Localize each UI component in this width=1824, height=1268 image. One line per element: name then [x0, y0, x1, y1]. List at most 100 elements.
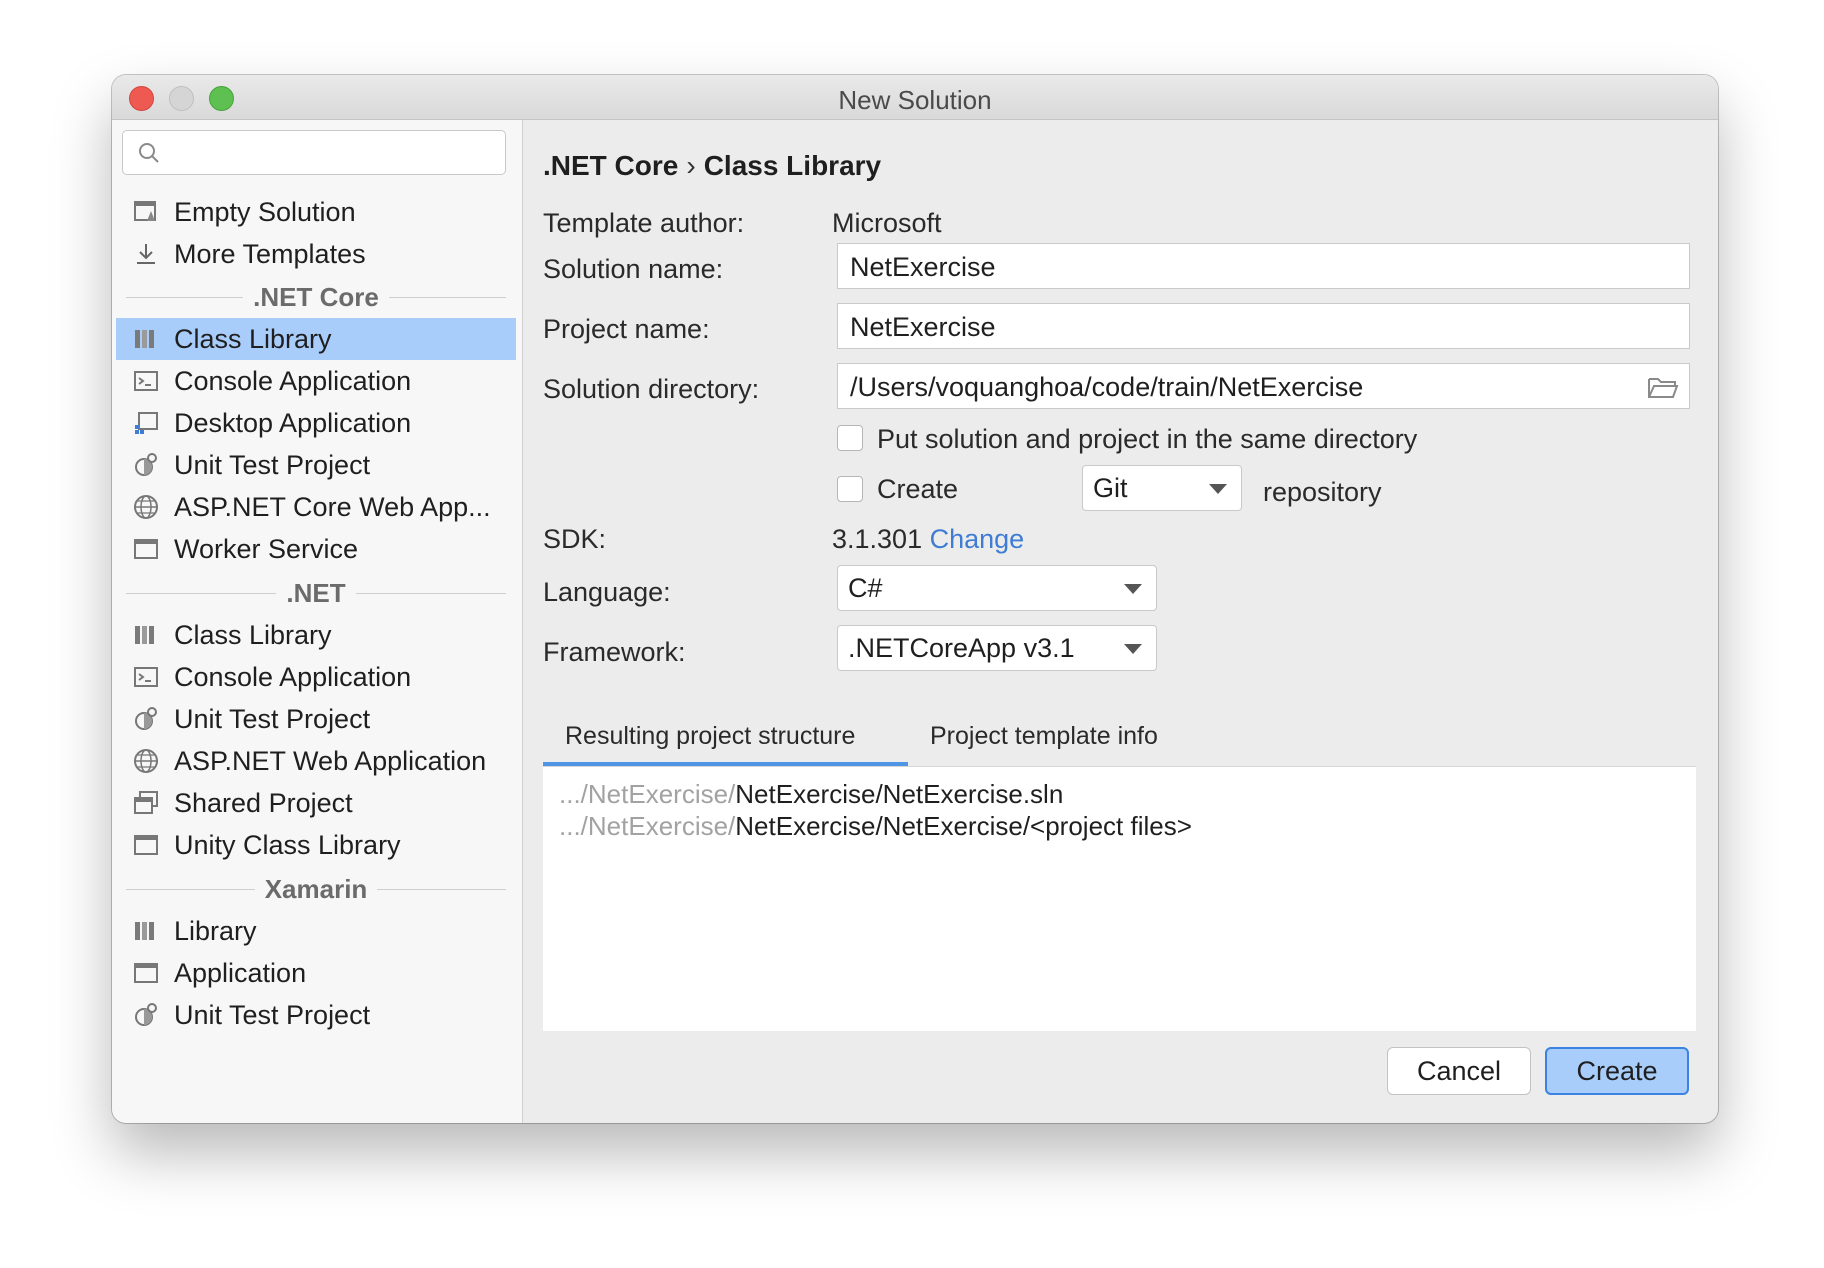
sidebar-item-empty-solution[interactable]: Empty Solution: [116, 191, 516, 233]
unit-test-icon: [132, 451, 160, 479]
breadcrumb-parent: .NET Core: [543, 150, 679, 181]
sidebar-item-aspnet-core-web-app[interactable]: ASP.NET Core Web App...: [116, 486, 516, 528]
sidebar-item-unit-test-project[interactable]: Unit Test Project: [116, 444, 516, 486]
sidebar-item-unity-class-library[interactable]: Unity Class Library: [116, 824, 516, 866]
sidebar-item-label: Unit Test Project: [174, 703, 371, 734]
vcs-select-value: Git: [1093, 473, 1128, 503]
create-repository-checkbox[interactable]: [837, 476, 863, 502]
unit-test-icon: [132, 705, 160, 733]
sidebar-item-label: Console Application: [174, 661, 412, 692]
chevron-down-icon: [1209, 484, 1227, 494]
folder-open-icon[interactable]: [1647, 374, 1679, 400]
group-title: Xamarin: [264, 873, 368, 904]
solution-directory-input[interactable]: [848, 370, 1642, 404]
empty-solution-icon: [132, 198, 160, 226]
sidebar-item-desktop-application[interactable]: Desktop Application: [116, 402, 516, 444]
globe-icon: [132, 493, 160, 521]
solution-name-input[interactable]: [848, 250, 1642, 284]
sidebar-item-label: ASP.NET Core Web App...: [174, 491, 491, 522]
repository-label: repository: [1263, 477, 1382, 507]
window-icon: [132, 959, 160, 987]
project-name-field[interactable]: [837, 303, 1690, 349]
window-title: New Solution: [838, 85, 992, 115]
project-structure-view: .../NetExercise/NetExercise/NetExercise.…: [543, 766, 1696, 1031]
tab-project-template-info[interactable]: Project template info: [908, 710, 1198, 766]
sidebar-item-label: Class Library: [174, 619, 332, 650]
structure-prefix: .../NetExercise/: [559, 779, 736, 809]
structure-prefix: .../NetExercise/: [559, 811, 736, 841]
group-title: .NET Core: [253, 281, 379, 312]
console-icon: [132, 367, 160, 395]
sidebar-item-more-templates[interactable]: More Templates: [116, 233, 516, 275]
sidebar-item-label: Empty Solution: [174, 196, 356, 227]
language-select[interactable]: C#: [837, 565, 1157, 611]
chevron-down-icon: [1124, 584, 1142, 594]
desktop-icon: [132, 409, 160, 437]
framework-select-value: .NETCoreApp v3.1: [848, 633, 1075, 663]
sidebar-item-unit-test-project[interactable]: Unit Test Project: [116, 994, 516, 1036]
create-repository-label: Create: [877, 474, 959, 504]
sidebar-item-label: More Templates: [174, 238, 366, 269]
sidebar-item-label: Desktop Application: [174, 407, 412, 438]
window-icon: [132, 831, 160, 859]
globe-icon: [132, 747, 160, 775]
library-icon: [132, 917, 160, 945]
template-author-value: Microsoft: [832, 208, 942, 238]
title-bar[interactable]: New Solution: [112, 75, 1718, 120]
search-input[interactable]: [167, 137, 491, 169]
framework-select[interactable]: .NETCoreApp v3.1: [837, 625, 1157, 671]
template-search[interactable]: [122, 130, 506, 175]
shared-icon: [132, 789, 160, 817]
project-name-label: Project name:: [543, 314, 710, 344]
cancel-button[interactable]: Cancel: [1387, 1047, 1531, 1095]
new-solution-window: New Solution Empty Solution More Templat…: [112, 75, 1718, 1123]
breadcrumb-current: Class Library: [703, 150, 882, 181]
download-icon: [132, 240, 160, 268]
sidebar-item-class-library[interactable]: Class Library: [116, 614, 516, 656]
sidebar-item-label: Worker Service: [174, 533, 359, 564]
group-header-xamarin: Xamarin: [116, 872, 516, 906]
structure-line: .../NetExercise/NetExercise/NetExercise.…: [559, 779, 1063, 810]
info-tabs: Resulting project structure Project temp…: [543, 710, 1693, 766]
library-icon: [132, 325, 160, 353]
sidebar-item-console-application[interactable]: Console Application: [116, 656, 516, 698]
sidebar-item-label: Unity Class Library: [174, 829, 401, 860]
sidebar-item-library[interactable]: Library: [116, 910, 516, 952]
create-button[interactable]: Create: [1545, 1047, 1689, 1095]
language-select-value: C#: [848, 573, 883, 603]
structure-path: NetExercise/NetExercise/<project files>: [735, 811, 1192, 841]
window-icon: [132, 535, 160, 563]
vcs-select[interactable]: Git: [1082, 465, 1242, 511]
framework-label: Framework:: [543, 637, 686, 667]
console-icon: [132, 663, 160, 691]
sidebar-item-label: Console Application: [174, 365, 412, 396]
unit-test-icon: [132, 1001, 160, 1029]
tab-resulting-project-structure[interactable]: Resulting project structure: [543, 710, 908, 766]
breadcrumb-separator: ›: [686, 150, 696, 181]
sidebar-item-label: Application: [174, 957, 307, 988]
sidebar-item-label: Library: [174, 915, 257, 946]
breadcrumb: .NET Core › Class Library: [543, 150, 881, 182]
sdk-value-group: 3.1.301 Change: [832, 524, 1024, 555]
same-directory-checkbox[interactable]: [837, 425, 863, 451]
sidebar-item-class-library[interactable]: Class Library: [116, 318, 516, 360]
sidebar-item-shared-project[interactable]: Shared Project: [116, 782, 516, 824]
group-title: .NET: [286, 577, 346, 608]
sidebar-item-aspnet-web-application[interactable]: ASP.NET Web Application: [116, 740, 516, 782]
solution-name-field[interactable]: [837, 243, 1690, 289]
solution-name-label: Solution name:: [543, 254, 724, 284]
sdk-label: SDK:: [543, 524, 607, 554]
sidebar-item-application[interactable]: Application: [116, 952, 516, 994]
sidebar-item-worker-service[interactable]: Worker Service: [116, 528, 516, 570]
solution-directory-field[interactable]: [837, 363, 1690, 409]
sidebar-item-label: ASP.NET Web Application: [174, 745, 487, 776]
sidebar-item-label: Unit Test Project: [174, 449, 371, 480]
project-name-input[interactable]: [848, 310, 1642, 344]
sidebar-item-label: Class Library: [174, 323, 332, 354]
solution-directory-label: Solution directory:: [543, 374, 760, 404]
structure-path: NetExercise/NetExercise.sln: [735, 779, 1064, 809]
change-sdk-link[interactable]: Change: [930, 524, 1025, 554]
language-label: Language:: [543, 577, 671, 607]
sidebar-item-unit-test-project[interactable]: Unit Test Project: [116, 698, 516, 740]
sidebar-item-console-application[interactable]: Console Application: [116, 360, 516, 402]
